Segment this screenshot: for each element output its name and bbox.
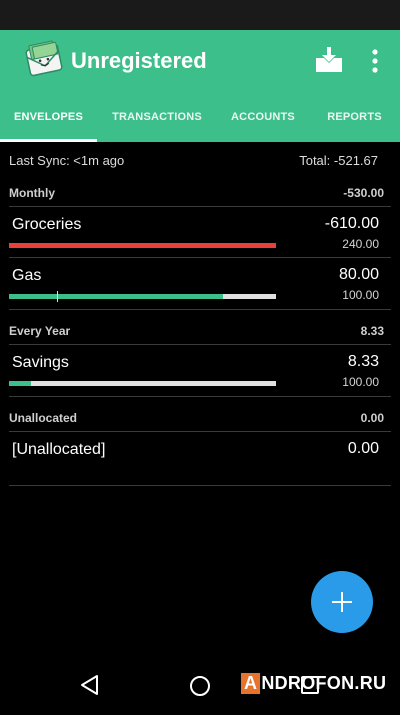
envelope-progress-bar: [9, 243, 276, 248]
envelope-progress-fill: [9, 294, 223, 299]
tab-accounts[interactable]: ACCOUNTS: [217, 92, 309, 142]
envelope-progress-bar: [9, 291, 276, 302]
tab-reports[interactable]: REPORTS: [309, 92, 400, 142]
envelope-row-unallocated[interactable]: [Unallocated] 0.00: [0, 431, 400, 485]
envelope-amount: 80.00: [338, 266, 379, 283]
add-envelope-button[interactable]: [311, 571, 373, 633]
last-sync-label: Last Sync: <1m ago: [9, 153, 125, 168]
envelope-budget: 240.00: [342, 237, 379, 251]
more-vert-icon[interactable]: [364, 44, 386, 78]
section-label: Unallocated: [9, 411, 78, 425]
section-label: Monthly: [9, 186, 55, 200]
envelope-progress-fill: [9, 243, 276, 248]
tab-transactions[interactable]: TRANSACTIONS: [97, 92, 217, 142]
sync-row: Last Sync: <1m ago Total: -521.67: [0, 142, 400, 178]
divider: [9, 396, 391, 397]
envelope-progress-fill: [9, 381, 32, 386]
envelope-amount: 8.33: [347, 353, 379, 370]
section-header-every-year: Every Year 8.33: [0, 317, 400, 345]
envelope-money-icon: [25, 40, 63, 77]
envelope-name: Savings: [12, 354, 69, 371]
home-circle-icon[interactable]: [189, 675, 211, 697]
envelope-budget: 100.00: [342, 288, 379, 302]
section-amount: 0.00: [360, 411, 384, 425]
watermark: A NDROFON.RU: [241, 670, 386, 696]
section-header-unallocated: Unallocated 0.00: [0, 404, 400, 432]
envelope-progress-bar: [9, 381, 276, 386]
divider: [9, 309, 391, 310]
envelope-row-savings[interactable]: Savings 8.33 100.00: [0, 344, 400, 396]
section-label: Every Year: [9, 324, 71, 338]
tab-bar: ENVELOPES TRANSACTIONS ACCOUNTS REPORTS: [0, 92, 400, 142]
total-label: Total: -521.67: [299, 153, 378, 168]
envelope-row-groceries[interactable]: Groceries -610.00 240.00: [0, 206, 400, 258]
envelope-name: Groceries: [12, 216, 82, 233]
divider: [9, 485, 391, 486]
envelope-amount: -610.00: [324, 215, 379, 232]
envelope-budget: 100.00: [342, 375, 379, 389]
watermark-letter: A: [241, 672, 261, 694]
envelope-row-gas[interactable]: Gas 80.00 100.00: [0, 257, 400, 309]
app-title: Unregistered: [71, 48, 207, 73]
status-bar: [0, 0, 400, 30]
download-tray-icon[interactable]: [312, 44, 346, 78]
watermark-text: NDROFON.RU: [261, 672, 387, 693]
plus-icon: [332, 592, 352, 612]
app-bar: Unregistered: [0, 30, 400, 92]
envelope-name: Gas: [12, 267, 42, 284]
section-amount: 8.33: [360, 324, 384, 338]
envelope-amount: 0.00: [347, 440, 379, 457]
envelope-name: [Unallocated]: [12, 441, 106, 458]
section-header-monthly: Monthly -530.00: [0, 179, 400, 207]
tab-envelopes[interactable]: ENVELOPES: [0, 92, 97, 142]
envelope-progress-marker: [57, 291, 59, 302]
section-amount: -530.00: [343, 186, 384, 200]
back-triangle-icon[interactable]: [78, 673, 100, 697]
